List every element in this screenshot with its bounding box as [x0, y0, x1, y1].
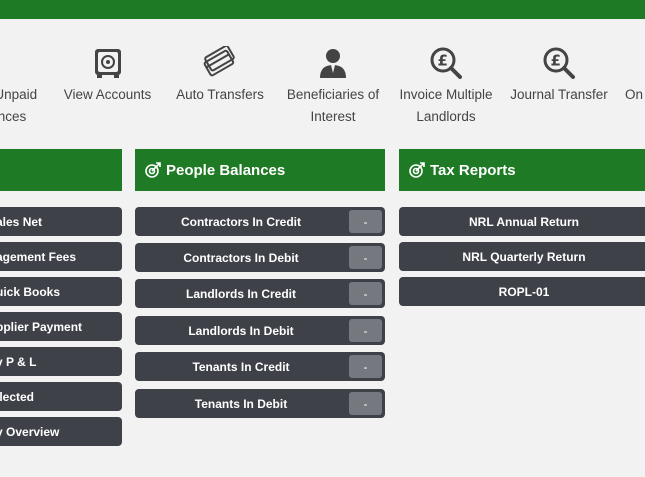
report-button-label: llected — [0, 389, 35, 404]
button-label: Landlords In Debit — [188, 323, 294, 338]
toolbar-label: Journal Transfer — [510, 87, 608, 102]
count-badge: - — [349, 246, 382, 269]
target-icon — [409, 162, 425, 178]
toolbar-label: On — [625, 87, 644, 102]
toolbar-label: Beneficiaries of — [286, 87, 380, 102]
nrl-quarterly-return-button[interactable]: NRL Quarterly Return — [399, 242, 645, 271]
panel-title: Tax Reports — [430, 161, 516, 179]
report-button-label: pplier Payment — [0, 319, 83, 334]
button-label: ROPL-01 — [498, 284, 550, 299]
report-button[interactable]: y Overview — [0, 417, 122, 446]
button-label: Contractors In Credit — [180, 214, 301, 229]
target-icon — [145, 162, 161, 178]
pound-icon: £ — [0, 46, 12, 80]
toolbar-label: Interest — [310, 109, 356, 124]
landlords-in-debit-button[interactable]: Landlords In Debit - — [135, 316, 385, 345]
pound-search-icon: £ — [543, 47, 575, 79]
report-button-label: agement Fees — [0, 249, 77, 264]
ropl-01-button[interactable]: ROPL-01 — [399, 277, 645, 306]
report-button[interactable]: pplier Payment — [0, 312, 122, 341]
toolbar-item-view-accounts[interactable]: View Accounts — [60, 46, 155, 106]
toolbar: £ nUnpaid nces View Accounts Auto Transf… — [0, 19, 645, 137]
person-icon — [320, 49, 346, 78]
svg-text:£: £ — [438, 52, 448, 70]
button-label: NRL Quarterly Return — [462, 249, 586, 264]
report-button[interactable]: agement Fees — [0, 242, 122, 271]
button-label: NRL Annual Return — [469, 214, 579, 229]
report-button-label: ales Net — [0, 214, 43, 229]
top-bar — [0, 0, 645, 19]
tax-reports-header: Tax Reports — [399, 149, 645, 191]
report-button-label: y Overview — [0, 424, 60, 439]
count-badge: - — [349, 210, 382, 233]
svg-text:£: £ — [551, 52, 561, 70]
toolbar-label: Auto Transfers — [176, 87, 264, 102]
toolbar-label: View Accounts — [63, 87, 152, 102]
toolbar-item-beneficiaries[interactable]: Beneficiaries of Interest — [282, 46, 384, 128]
toolbar-label: Landlords — [416, 109, 476, 124]
report-button-label: uick Books — [0, 284, 61, 299]
button-label: Landlords In Credit — [185, 286, 296, 301]
report-button[interactable]: llected — [0, 382, 122, 411]
count-badge: - — [349, 355, 382, 378]
toolbar-item-invoice-multiple-landlords[interactable]: £ Invoice Multiple Landlords — [394, 46, 498, 128]
report-button[interactable]: uick Books — [0, 277, 122, 306]
nrl-annual-return-button[interactable]: NRL Annual Return — [399, 207, 645, 236]
button-label: Tenants In Debit — [194, 396, 288, 411]
report-button-label: y P & L — [0, 354, 37, 369]
toolbar-label: nUnpaid — [0, 87, 38, 102]
toolbar-item-partial[interactable]: On — [625, 46, 645, 106]
tenants-in-credit-button[interactable]: Tenants In Credit - — [135, 352, 385, 381]
button-label: Contractors In Debit — [183, 250, 299, 265]
safe-icon — [94, 49, 121, 78]
count-badge: - — [349, 392, 382, 415]
report-button[interactable]: y P & L — [0, 347, 122, 376]
count-badge: - — [349, 282, 382, 305]
pound-search-icon: £ — [430, 47, 462, 79]
toolbar-item-auto-transfers[interactable]: Auto Transfers — [172, 46, 268, 106]
toolbar-label: Invoice Multiple — [399, 87, 493, 102]
left-panel-header — [0, 149, 122, 191]
contractors-in-credit-button[interactable]: Contractors In Credit - — [135, 207, 385, 236]
landlords-in-credit-button[interactable]: Landlords In Credit - — [135, 279, 385, 308]
report-button[interactable]: ales Net — [0, 207, 122, 236]
toolbar-item-unpaid-balances[interactable]: £ nUnpaid nces — [0, 46, 38, 128]
tenants-in-debit-button[interactable]: Tenants In Debit - — [135, 389, 385, 418]
toolbar-label: nces — [0, 109, 27, 124]
count-badge: - — [349, 319, 382, 342]
panel-title: People Balances — [166, 161, 286, 179]
toolbar-item-journal-transfer[interactable]: £ Journal Transfer — [508, 46, 610, 106]
cards-icon — [203, 46, 235, 77]
contractors-in-debit-button[interactable]: Contractors In Debit - — [135, 243, 385, 272]
button-label: Tenants In Credit — [192, 359, 290, 374]
people-balances-header: People Balances — [135, 149, 385, 191]
